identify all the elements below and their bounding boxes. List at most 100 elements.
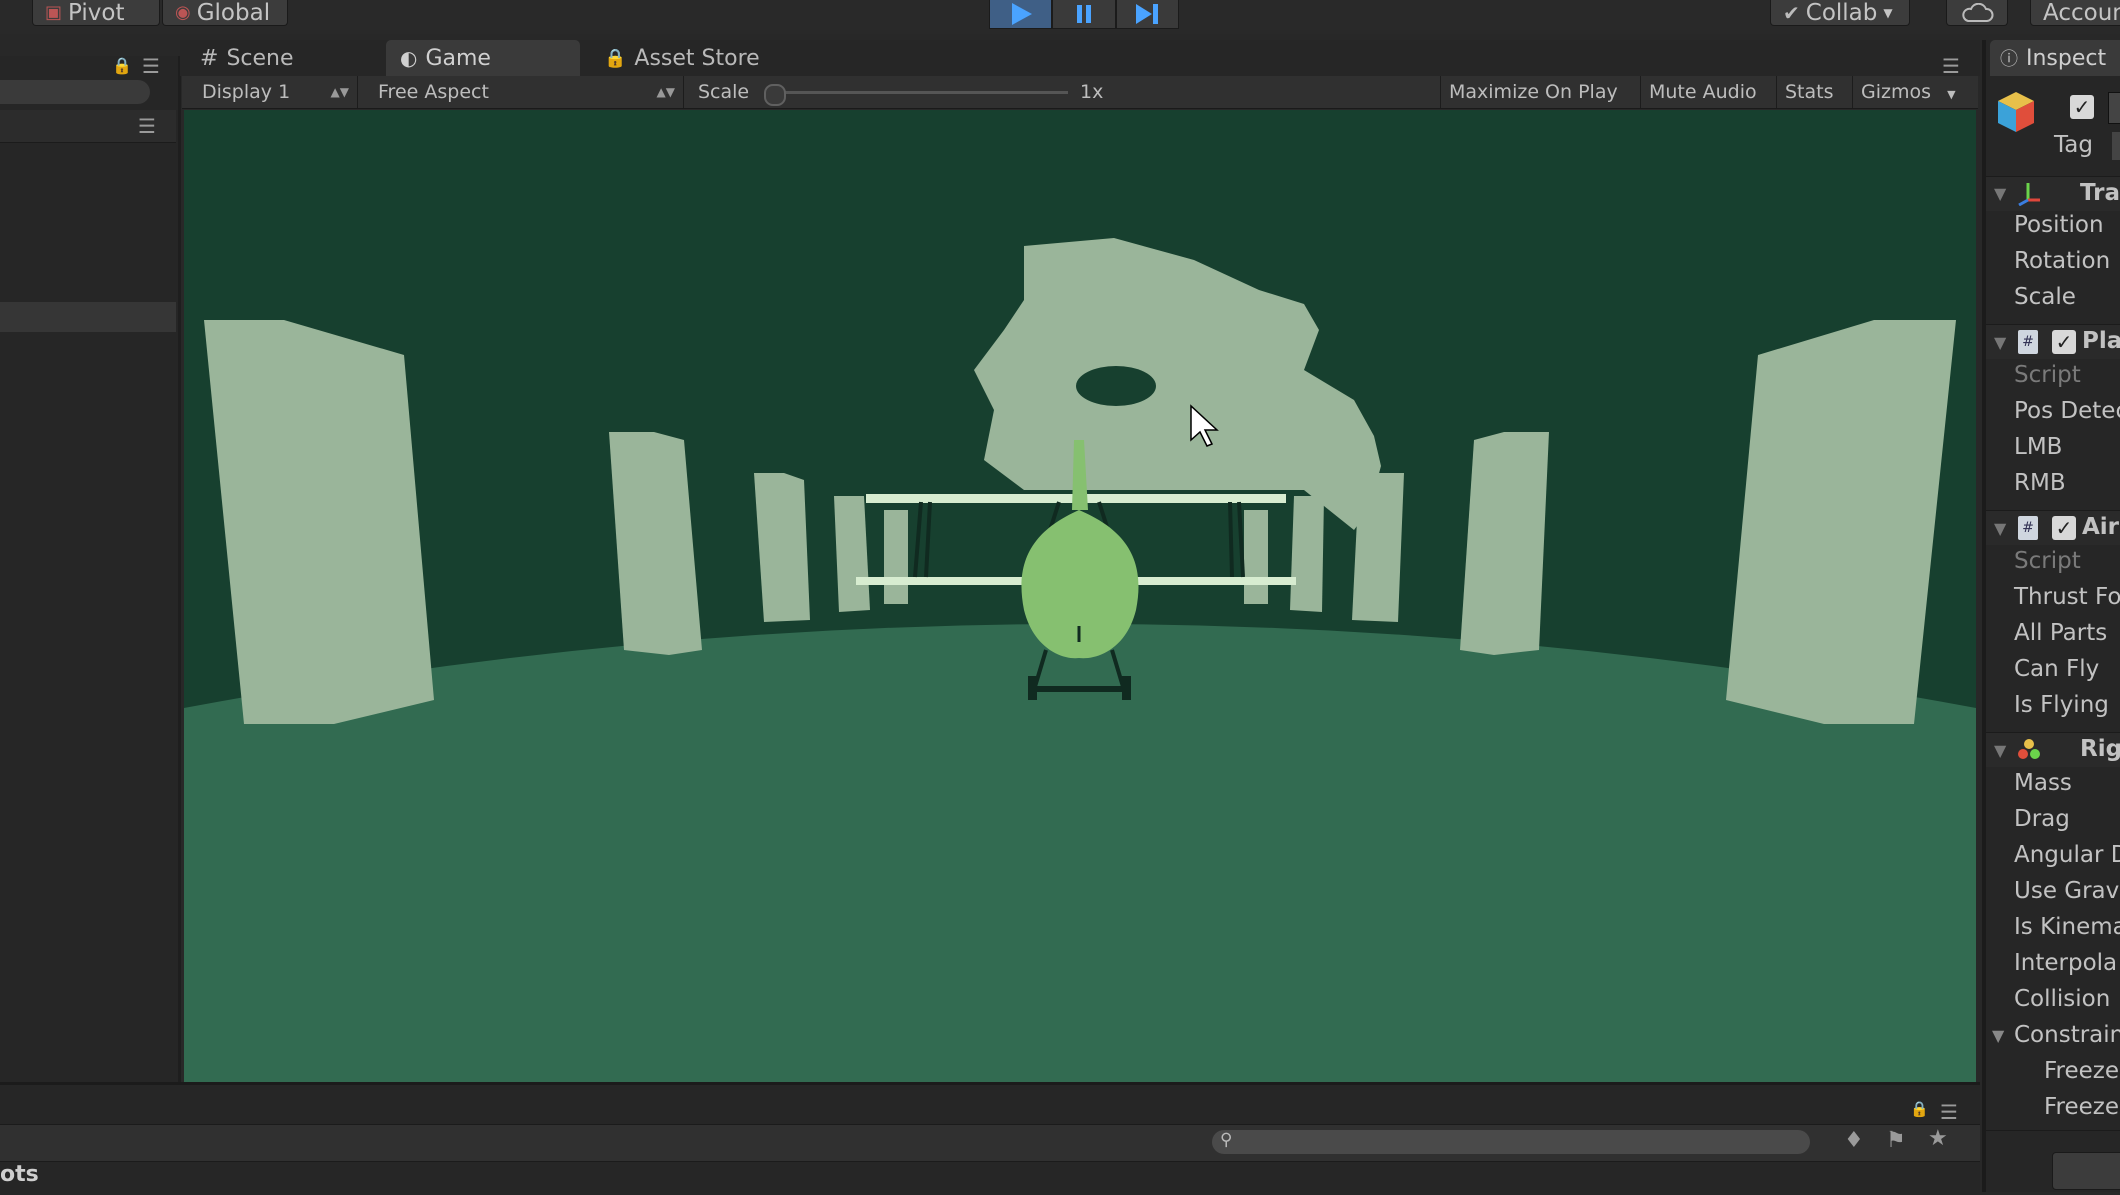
tab-game-label: Game: [425, 45, 491, 71]
pos-detec-label: Pos Detec: [2014, 398, 2120, 424]
store-icon: 🔒: [604, 47, 627, 69]
tag-label: Tag: [2054, 132, 2093, 158]
info-icon: ⓘ: [2000, 49, 2018, 70]
aspect-dropdown[interactable]: Free Aspect ▲▼: [366, 76, 684, 108]
thrust-force-label: Thrust Fo: [2014, 584, 2120, 610]
hierarchy-panel: [0, 56, 181, 1082]
fold-arrow-icon[interactable]: ▼: [1992, 1026, 2004, 1045]
collision-label: Collision: [2014, 986, 2111, 1012]
pillar-right-inner: [1290, 496, 1324, 612]
lock-icon[interactable]: 🔒: [112, 56, 132, 75]
tab-scene[interactable]: # Scene: [186, 40, 376, 76]
tab-game[interactable]: ◐ Game: [386, 40, 580, 76]
account-label: Accoun: [2043, 0, 2120, 26]
hierarchy-selected-row[interactable]: [0, 302, 176, 332]
use-gravity-label: Use Grav: [2014, 878, 2120, 904]
chevron-down-icon: ▼: [1947, 88, 1956, 101]
wheel-left: [1028, 676, 1037, 700]
name-field[interactable]: [2108, 92, 2120, 124]
game-panel-menu-icon[interactable]: ☰: [1942, 54, 1960, 78]
active-checkbox[interactable]: ✓: [2070, 95, 2094, 119]
interpolate-label: Interpola: [2014, 950, 2118, 976]
tag-dropdown[interactable]: [2112, 132, 2120, 160]
stats-toggle[interactable]: Stats: [1776, 76, 1834, 108]
scale-label: Scale: [698, 81, 750, 103]
pillar-back-2: [1244, 510, 1268, 604]
filter-by-type-icon[interactable]: ♦: [1844, 1128, 1864, 1153]
global-label: Global: [196, 0, 271, 26]
can-fly-label: Can Fly: [2014, 656, 2100, 682]
axle: [1034, 686, 1126, 692]
lock-icon[interactable]: 🔒: [1910, 1100, 1929, 1118]
game-viewport[interactable]: [184, 110, 1976, 1082]
search-icon: ⚲: [1220, 1130, 1233, 1150]
favorite-star-icon[interactable]: ★: [1928, 1126, 1948, 1151]
panel-menu-icon[interactable]: ☰: [142, 54, 160, 78]
fold-arrow-icon[interactable]: ▼: [1994, 333, 2006, 352]
display-label: Display 1: [202, 81, 291, 103]
globe-icon: ◉: [175, 1, 191, 23]
angular-drag-label: Angular D: [2014, 842, 2120, 868]
mute-audio-toggle[interactable]: Mute Audio: [1640, 76, 1757, 108]
mass-label: Mass: [2014, 770, 2072, 796]
tab-asset-store-label: Asset Store: [634, 45, 760, 71]
collab-button[interactable]: ✔ Collab ▼: [1770, 0, 1910, 26]
account-button[interactable]: Accoun: [2030, 0, 2120, 26]
constraints-label[interactable]: Constrain: [2014, 1022, 2120, 1048]
aircraft-script-enabled-checkbox[interactable]: ✓: [2052, 516, 2076, 540]
player-script-enabled-checkbox[interactable]: ✓: [2052, 330, 2076, 354]
create-menu-icon[interactable]: ☰: [138, 114, 156, 138]
project-search-input[interactable]: [1212, 1130, 1810, 1154]
play-button[interactable]: [989, 0, 1053, 29]
dropdown-arrow-icon: ▲▼: [656, 85, 675, 99]
cloud-icon: [1962, 2, 1994, 22]
game-render: [184, 110, 1976, 1082]
rigidbody-icon: [2018, 739, 2040, 759]
pivot-button[interactable]: ▣ Pivot: [32, 0, 160, 26]
pause-button[interactable]: [1052, 0, 1116, 29]
rock-hole: [1076, 366, 1156, 406]
pillar-left-inner: [834, 496, 870, 612]
step-icon: [1136, 4, 1159, 24]
all-parts-label: All Parts: [2014, 620, 2108, 646]
lmb-label: LMB: [2014, 434, 2063, 460]
position-label: Position: [2014, 212, 2104, 238]
scale-slider-thumb[interactable]: [764, 84, 786, 106]
label-tag-icon[interactable]: ⚑: [1886, 1128, 1906, 1153]
panel-menu-icon[interactable]: ☰: [1940, 1100, 1958, 1124]
display-dropdown[interactable]: Display 1 ▲▼: [190, 76, 358, 108]
check-icon: ✔: [1783, 0, 1800, 25]
hierarchy-search-input[interactable]: [0, 80, 150, 104]
step-button[interactable]: [1115, 0, 1179, 29]
gizmos-dropdown[interactable]: Gizmos ▼: [1852, 76, 1956, 108]
scale-slider-track[interactable]: [772, 91, 1068, 94]
tab-inspector[interactable]: ⓘ Inspect: [1990, 40, 2120, 76]
pivot-icon: ▣: [45, 1, 63, 23]
rigidbody-title: Rig: [2080, 736, 2120, 762]
fold-arrow-icon[interactable]: ▼: [1994, 741, 2006, 760]
cloud-button[interactable]: [1946, 0, 2008, 26]
collab-label: Collab: [1805, 0, 1878, 26]
fold-arrow-icon[interactable]: ▼: [1994, 519, 2006, 538]
gizmos-label: Gizmos: [1861, 81, 1932, 103]
drag-label: Drag: [2014, 806, 2070, 832]
aircraft-script-title: Air: [2082, 514, 2120, 540]
dropdown-arrow-icon: ▲▼: [330, 85, 349, 99]
pause-icon: [1076, 5, 1091, 23]
maximize-on-play-toggle[interactable]: Maximize On Play: [1440, 76, 1618, 108]
global-button[interactable]: ◉ Global: [162, 0, 288, 26]
transform-axes-icon: [2018, 183, 2040, 206]
tab-inspector-label: Inspect: [2026, 45, 2107, 71]
transform-title: Tra: [2080, 180, 2120, 206]
pillar-back-1: [884, 510, 908, 604]
pacman-icon: ◐: [400, 46, 418, 70]
script-field-label: Script: [2014, 362, 2081, 388]
fold-arrow-icon[interactable]: ▼: [1994, 184, 2006, 203]
add-component-button[interactable]: [2052, 1152, 2120, 1190]
play-icon: [1011, 3, 1032, 25]
pillar-right-mid: [1460, 432, 1549, 655]
script-icon: #: [2018, 516, 2038, 540]
aspect-label: Free Aspect: [378, 81, 489, 103]
tab-asset-store[interactable]: 🔒 Asset Store: [590, 40, 810, 76]
assets-folder-label[interactable]: ots: [0, 1162, 39, 1187]
